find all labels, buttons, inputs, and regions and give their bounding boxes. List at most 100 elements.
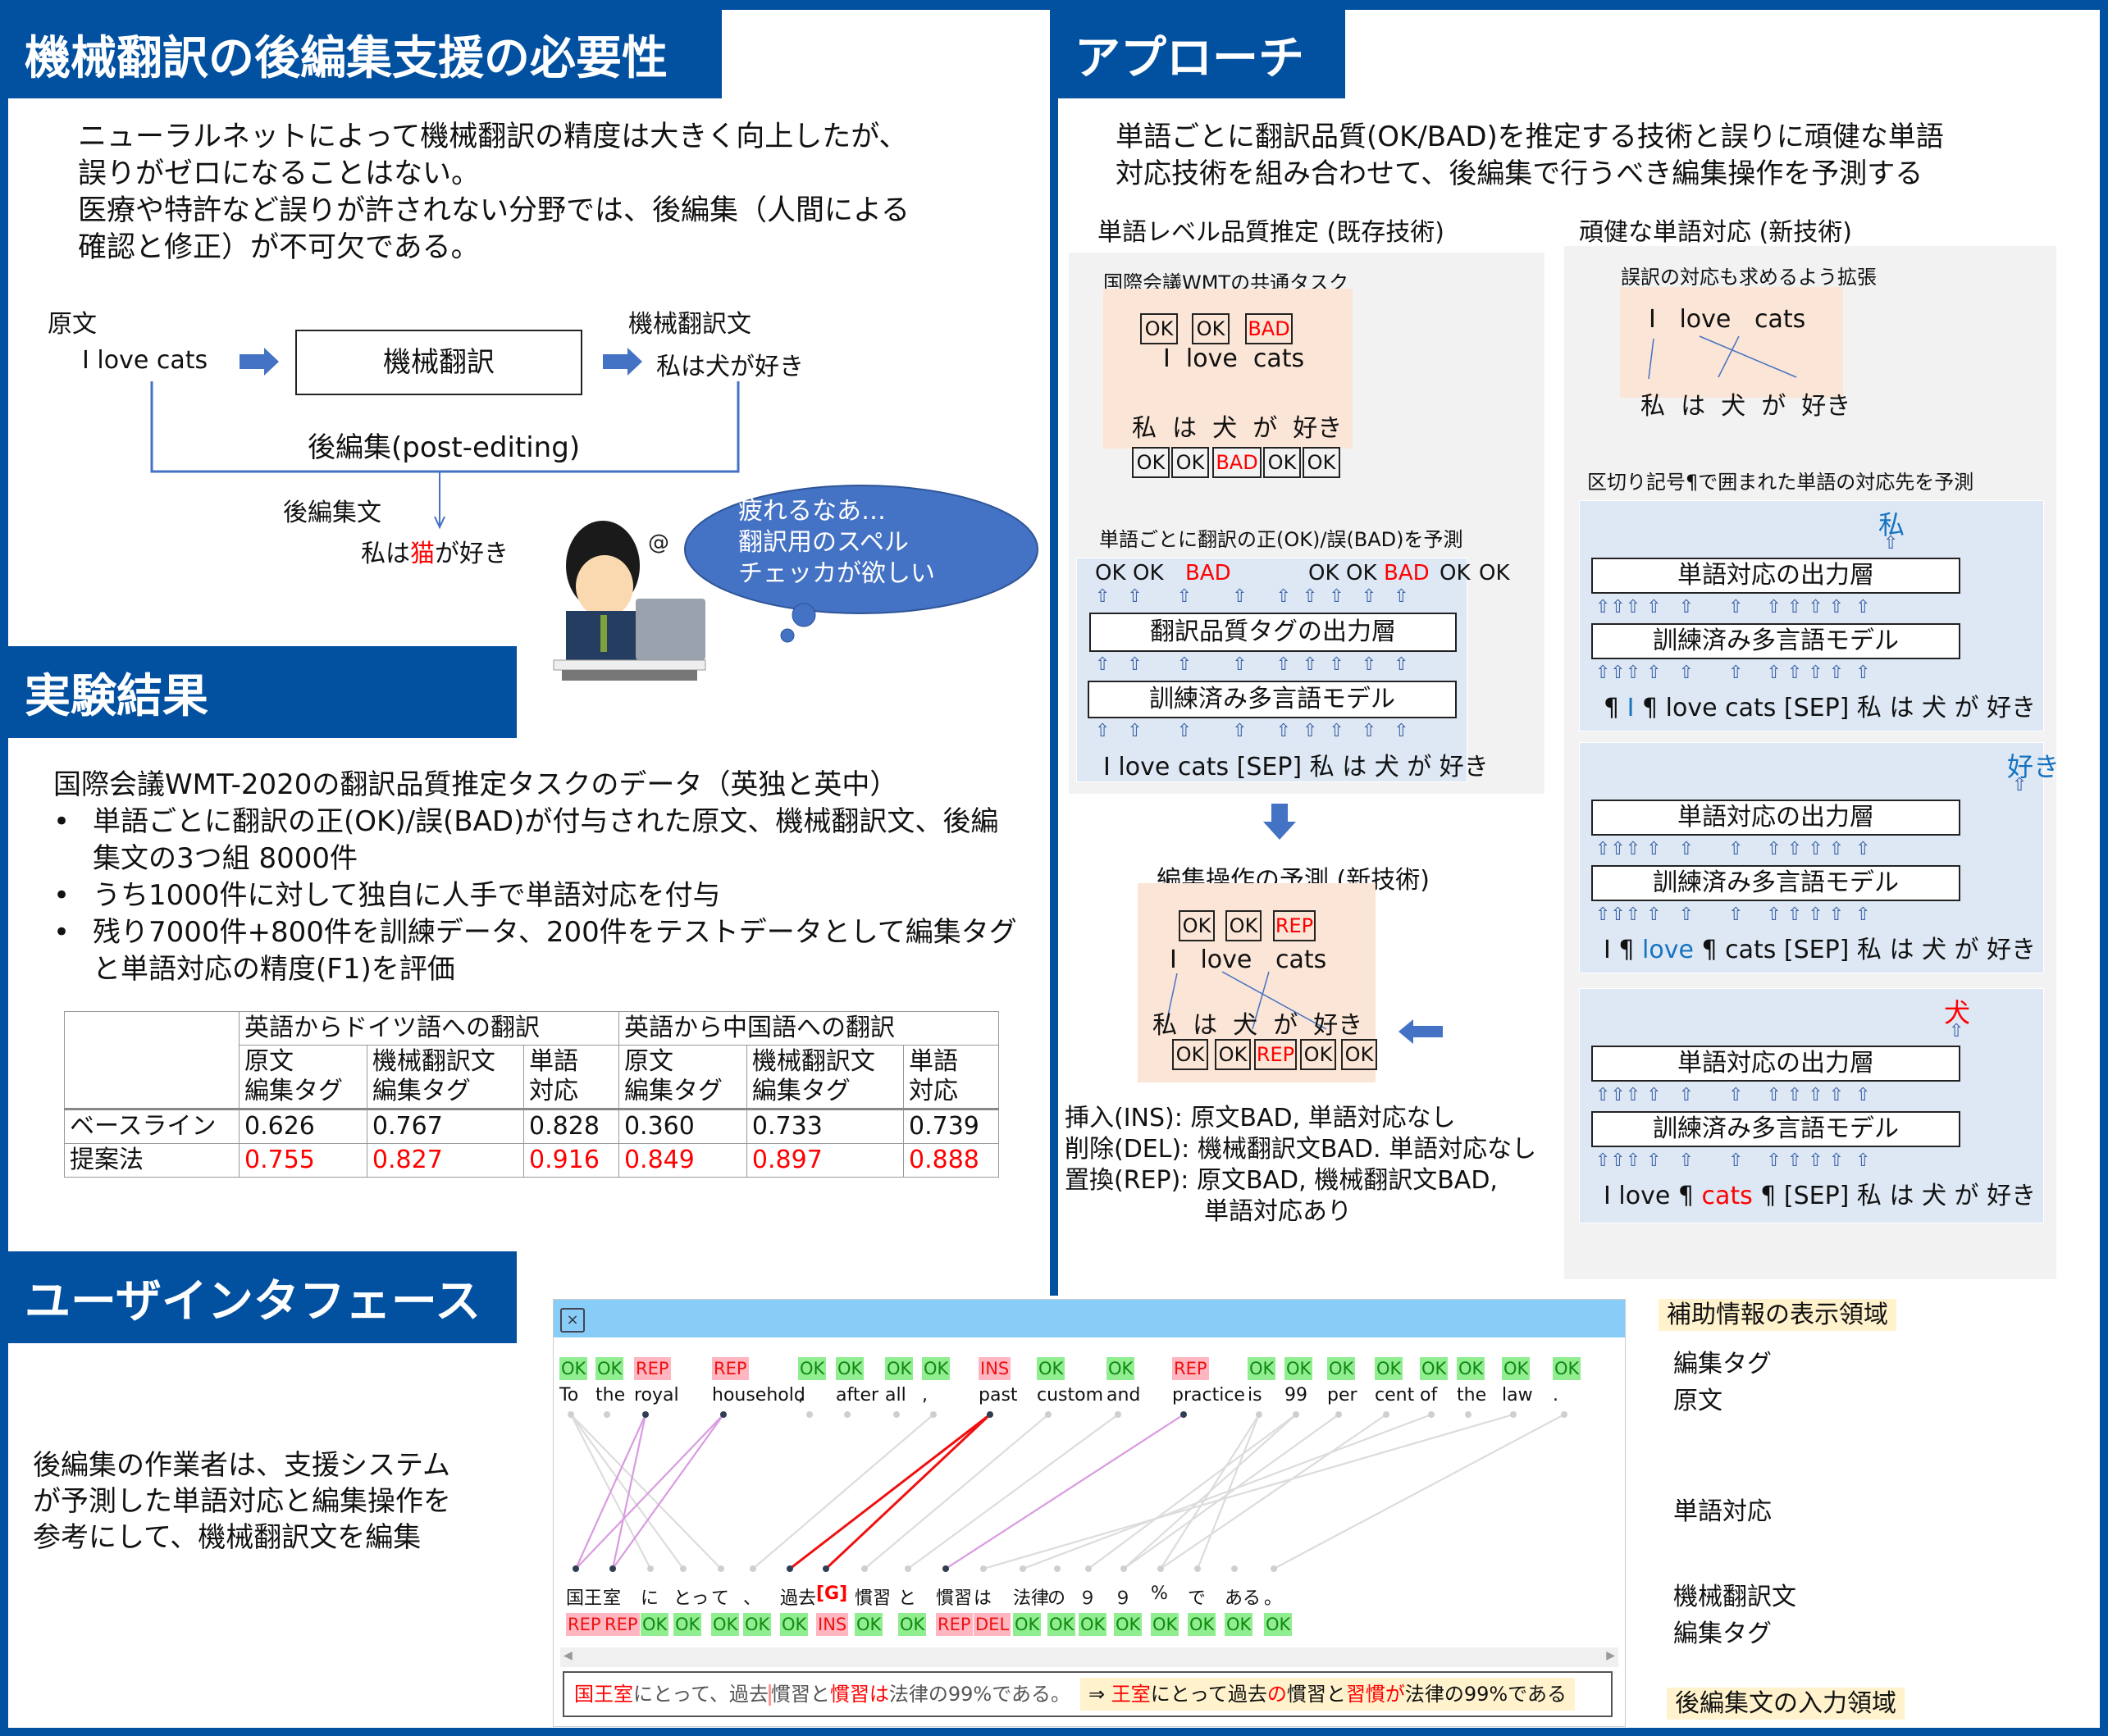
source-node[interactable] [1045, 1411, 1052, 1418]
scroll-right-icon[interactable]: ▶ [1606, 1649, 1615, 1662]
bullet-item: • 単語ごとに翻訳の正(OK)/誤(BAD)が付与された原文、機械翻訳文、後編集文… [53, 804, 1021, 877]
target-node[interactable] [1194, 1565, 1201, 1572]
target-node[interactable] [1271, 1565, 1277, 1572]
alignment-link[interactable] [1273, 1414, 1565, 1570]
alignment-link[interactable] [1160, 1414, 1387, 1570]
arrow-right-icon [240, 348, 279, 376]
target-node[interactable] [718, 1565, 724, 1572]
alignment-link[interactable] [574, 1414, 647, 1570]
scroll-left-icon[interactable]: ◀ [564, 1649, 573, 1662]
target-node[interactable] [1085, 1565, 1092, 1572]
table-cell: 0.626 [239, 1109, 367, 1144]
source-node[interactable] [1180, 1411, 1187, 1418]
bullet-text: 単語ごとに翻訳の正(OK)/誤(BAD)が付与された原文、機械翻訳文、後編集文の… [93, 805, 999, 875]
target-node[interactable] [1231, 1565, 1238, 1572]
source-node[interactable] [568, 1411, 574, 1418]
source-node[interactable] [1383, 1411, 1389, 1418]
source-node[interactable] [806, 1411, 813, 1418]
rule-line: 単語対応あり [1204, 1197, 1352, 1226]
suggestion-segment: 習慣が [1345, 1683, 1405, 1706]
post-edit-input[interactable]: 国王室にとって、過去 慣習と慣習は法律の99%である。 ⇒ 王室にとって過去の慣習と… [563, 1671, 1613, 1717]
para-line: 医療や特許など誤りが許されない分野では、後編集（人間による [78, 194, 910, 227]
alignment-link[interactable] [824, 1413, 992, 1570]
bullet-item: • うち1000件に対して独自に人手で単語対応を付与 [53, 877, 1021, 914]
mt-label: 機械翻訳文 [628, 310, 751, 339]
source-node[interactable] [1561, 1411, 1567, 1418]
tag-box: BAD [1245, 313, 1293, 344]
suggestion-segment: 慣習と [1286, 1683, 1346, 1706]
column-header: 原文 編集タグ [239, 1045, 367, 1110]
source-node[interactable] [1335, 1411, 1342, 1418]
target-node[interactable] [1020, 1565, 1026, 1572]
bullet-text: うち1000件に対して独自に人手で単語対応を付与 [93, 879, 721, 912]
target-node[interactable] [942, 1565, 949, 1572]
alignment-link[interactable] [1123, 1414, 1339, 1570]
horizontal-scrollbar[interactable]: ◀ ▶ [560, 1647, 1618, 1667]
source-node[interactable] [1256, 1411, 1262, 1418]
target-node[interactable] [1157, 1565, 1164, 1572]
table-cell: 0.897 [746, 1143, 904, 1178]
source-node[interactable] [1293, 1411, 1299, 1418]
alignment-lines [1648, 335, 1797, 380]
desc-line: 参考にして、機械翻訳文を編集 [33, 1521, 422, 1554]
target-node[interactable] [1120, 1565, 1127, 1572]
source-node[interactable] [1428, 1411, 1435, 1418]
alignment-link[interactable] [1088, 1414, 1297, 1570]
bubble-line: 翻訳用のスペル [738, 528, 909, 557]
table-group-row: 英語からドイツ語への翻訳 英語から中国語への翻訳 [64, 1011, 1000, 1110]
input-highlight: cats [1701, 1182, 1753, 1210]
source-node[interactable] [720, 1411, 727, 1418]
up-arrows: ⇧ ⇧ ⇧ ⇧ ⇧ ⇧ ⇧ ⇧ ⇧ [1095, 586, 1409, 607]
alignment-link[interactable] [983, 1413, 1514, 1570]
top-border [0, 0, 2108, 10]
source-node[interactable] [1115, 1411, 1121, 1418]
alignment-link[interactable] [570, 1414, 684, 1570]
close-button[interactable]: × [560, 1308, 585, 1333]
target-node[interactable] [1054, 1565, 1061, 1572]
annotation-aux-area: 補助情報の表示領域 [1659, 1294, 1896, 1331]
source-node[interactable] [893, 1411, 900, 1418]
pe-out-post: が好き [435, 540, 509, 568]
target-node[interactable] [750, 1565, 756, 1572]
suggestion-text: ⇒ 王室にとって過去の慣習と習慣が法律の99%である [1080, 1678, 1575, 1711]
source-node[interactable] [642, 1411, 649, 1418]
target-node[interactable] [647, 1565, 654, 1572]
up-arrow: ⇧ [1883, 533, 1899, 554]
alignment-link[interactable] [1022, 1413, 1432, 1570]
pe-output-label: 後編集文 [283, 499, 381, 527]
bubble-line: 疲れるなあ… [738, 497, 886, 526]
alignment-link[interactable] [575, 1414, 724, 1570]
qe-target-words: 私 は 犬 が 好き [1132, 414, 1343, 443]
target-node[interactable] [823, 1565, 829, 1572]
target-node[interactable] [609, 1565, 616, 1572]
tag-box: OK [1140, 313, 1178, 344]
up-arrows: ⇧⇧⇧ ⇧ ⇧ ⇧ ⇧ ⇧ ⇧ ⇧ ⇧ [1595, 904, 1871, 925]
pred-tag: OK [1308, 561, 1339, 586]
source-node[interactable] [1510, 1411, 1517, 1418]
table-cell: 0.733 [746, 1109, 904, 1144]
align-input: I ¶ love ¶ cats [SEP] 私 は 犬 が 好き [1604, 929, 2036, 965]
source-node[interactable] [604, 1411, 610, 1418]
annotation-mt: 機械翻訳文 [1673, 1583, 1796, 1611]
alignment-link[interactable] [570, 1414, 722, 1570]
target-node[interactable] [787, 1565, 793, 1572]
up-arrows: ⇧ ⇧ ⇧ ⇧ ⇧ ⇧ ⇧ ⇧ ⇧ [1095, 654, 1409, 675]
tag-box: OK [1300, 1039, 1336, 1070]
tag-box: OK [1303, 447, 1340, 478]
alignment-link[interactable] [864, 1414, 1049, 1570]
target-node[interactable] [861, 1565, 868, 1572]
target-node[interactable] [980, 1565, 987, 1572]
target-node[interactable] [680, 1565, 687, 1572]
input-text-segment: 法律の99%である。 [888, 1683, 1070, 1706]
align-predict-label: 区切り記号¶で囲まれた単語の対応先を予測 [1587, 471, 1974, 494]
target-node[interactable] [905, 1565, 911, 1572]
source-node[interactable] [930, 1411, 937, 1418]
target-node[interactable] [573, 1565, 579, 1572]
source-node[interactable] [987, 1411, 993, 1418]
source-node[interactable] [1465, 1411, 1471, 1418]
edit-target-words: 私 は 犬 が 好き [1152, 1011, 1363, 1040]
source-node[interactable] [844, 1411, 851, 1418]
mt-text: 私は犬が好き [656, 353, 804, 381]
results-bullets: • 単語ごとに翻訳の正(OK)/誤(BAD)が付与された原文、機械翻訳文、後編集文… [53, 804, 1021, 988]
alignment-link[interactable] [789, 1413, 991, 1570]
